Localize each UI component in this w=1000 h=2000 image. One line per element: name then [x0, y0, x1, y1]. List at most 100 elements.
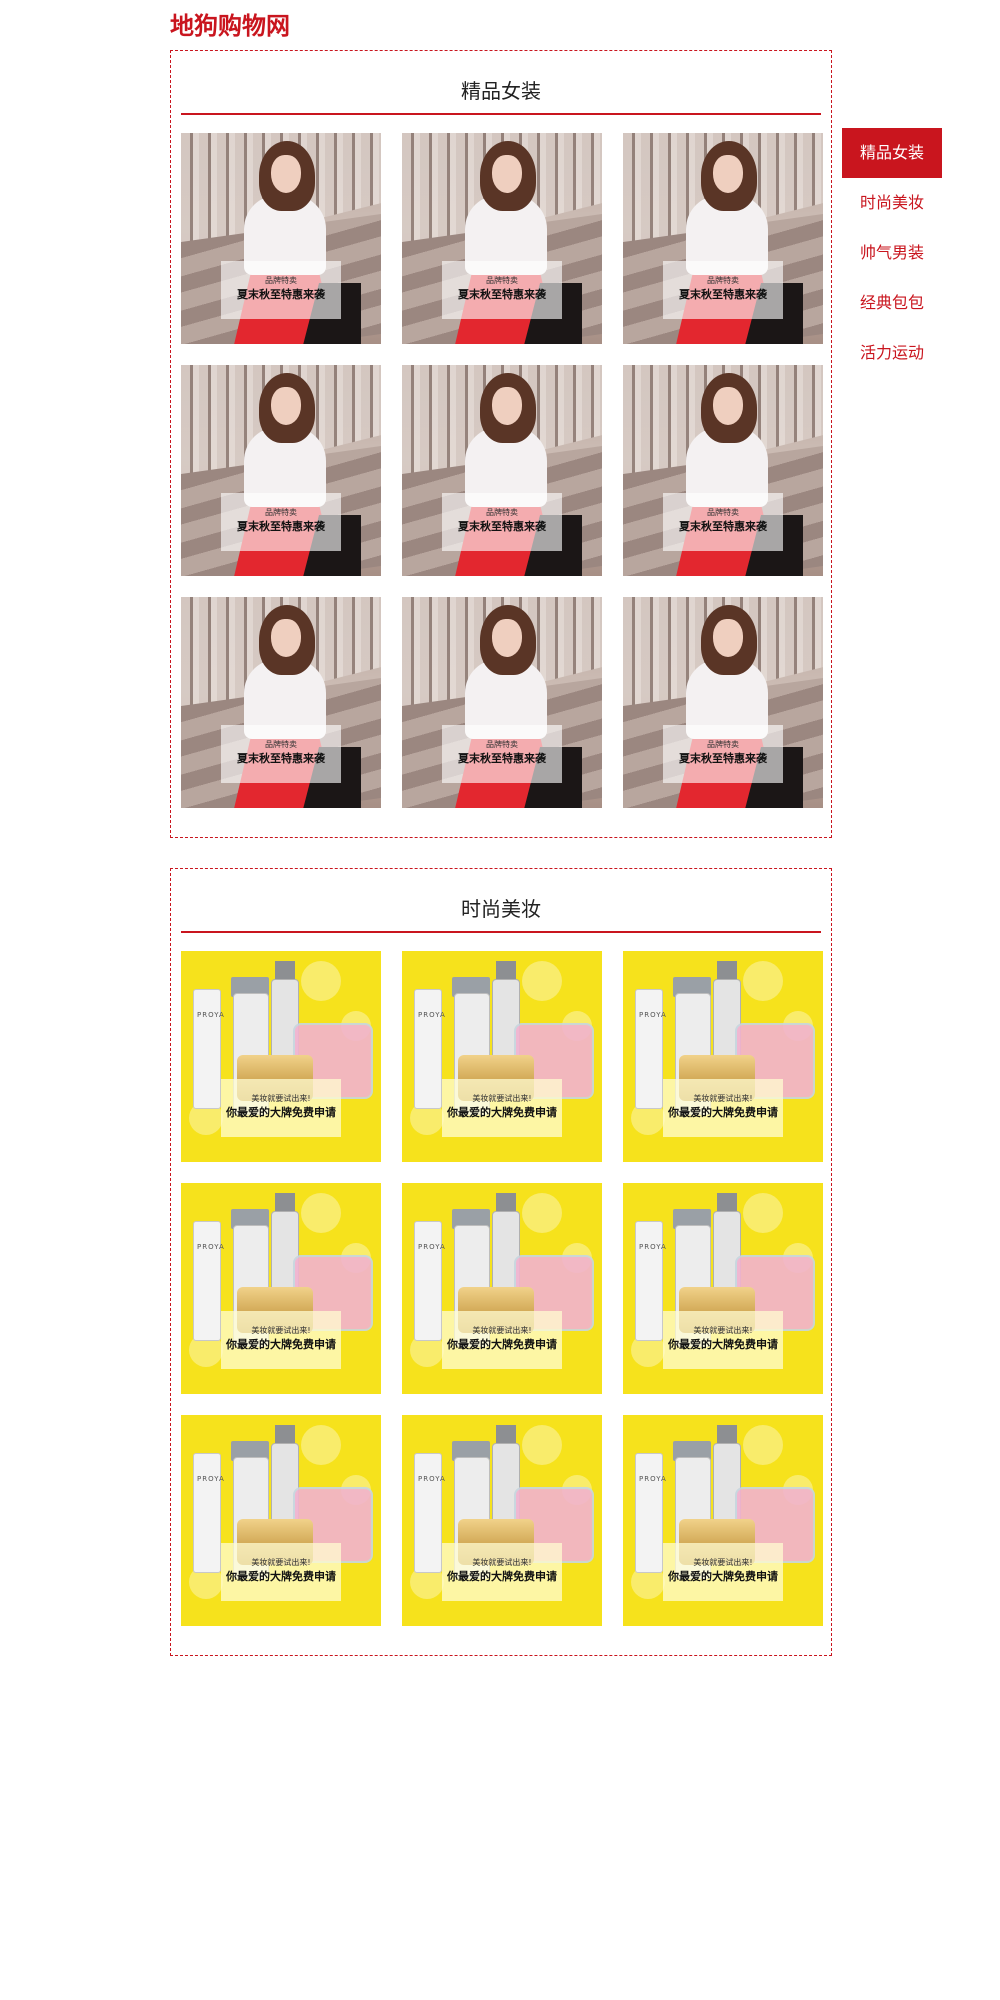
product-card[interactable]: 品牌特卖夏末秋至特惠来袭	[181, 133, 381, 344]
promo-box: 美妆就要试出来! 你最爱的大牌免费申请	[442, 1311, 562, 1369]
brand-label: PROYA	[418, 1243, 446, 1251]
brand-label: PROYA	[418, 1475, 446, 1483]
brand-label: PROYA	[197, 1011, 225, 1019]
nav-item-men-fashion[interactable]: 帅气男装	[842, 228, 942, 278]
section-women-fashion: 精品女装 品牌特卖 夏末秋至特惠来袭 品牌特卖 夏末秋至特惠来袭 品牌特卖 夏末秋至特惠来…	[170, 50, 832, 838]
promo-subtitle: 品牌特卖	[707, 508, 739, 517]
promo-subtitle: 美妆就要试出来!	[472, 1326, 532, 1335]
promo-subtitle: 品牌特卖	[486, 740, 518, 749]
bubble-art	[522, 1425, 562, 1465]
product-card[interactable]: PROYA 美妆就要试出来! 你最爱的大牌免费申请	[181, 951, 381, 1162]
nav-item-women-fashion[interactable]: 精品女装	[842, 128, 942, 178]
tube-art	[414, 1453, 442, 1573]
product-card[interactable]: 品牌特卖 夏末秋至特惠来袭	[623, 365, 823, 576]
section-beauty: 时尚美妆 PROYA 美妆就要试出来! 你最爱的大牌免费申请 PROYA 美妆就要试出来…	[170, 868, 832, 1656]
promo-subtitle: 美妆就要试出来!	[251, 1094, 311, 1103]
promo-subtitle: 美妆就要试出来!	[472, 1094, 532, 1103]
promo-box: 品牌特卖 夏末秋至特惠来袭	[221, 493, 341, 551]
face-art	[271, 155, 301, 193]
promo-subtitle: 美妆就要试出来!	[251, 1558, 311, 1567]
side-nav: 精品女装 时尚美妆 帅气男装 经典包包 活力运动	[842, 128, 942, 378]
product-card[interactable]: PROYA 美妆就要试出来! 你最爱的大牌免费申请	[402, 1183, 602, 1394]
face-art	[492, 155, 522, 193]
promo-subtitle: 美妆就要试出来!	[693, 1326, 753, 1335]
product-card[interactable]: 品牌特卖 夏末秋至特惠来袭	[181, 365, 381, 576]
section-title: 精品女装	[461, 79, 541, 103]
section-title: 时尚美妆	[461, 897, 541, 921]
product-card[interactable]: PROYA 美妆就要试出来! 你最爱的大牌免费申请	[623, 1415, 823, 1626]
product-grid: PROYA 美妆就要试出来! 你最爱的大牌免费申请 PROYA 美妆就要试出来! 你最爱的…	[181, 951, 823, 1626]
promo-title: 你最爱的大牌免费申请	[226, 1106, 336, 1119]
face-art	[713, 155, 743, 193]
bubble-art	[301, 1193, 341, 1233]
face-art	[713, 619, 743, 657]
product-card[interactable]: 品牌特卖 夏末秋至特惠来袭	[623, 133, 823, 344]
face-art	[492, 387, 522, 425]
promo-title: 你最爱的大牌免费申请	[226, 1570, 336, 1583]
promo-title: 你最爱的大牌免费申请	[226, 1338, 336, 1351]
promo-subtitle: 美妆就要试出来!	[251, 1326, 311, 1335]
product-card[interactable]: PROYA 美妆就要试出来! 你最爱的大牌免费申请	[623, 1183, 823, 1394]
promo-subtitle: 品牌特卖	[265, 276, 297, 285]
promo-title: 夏末秋至特惠来袭	[679, 752, 767, 765]
product-card[interactable]: PROYA 美妆就要试出来! 你最爱的大牌免费申请	[181, 1183, 381, 1394]
promo-box: 品牌特卖 夏末秋至特惠来袭	[221, 725, 341, 783]
product-grid: 品牌特卖 夏末秋至特惠来袭 品牌特卖 夏末秋至特惠来袭 品牌特卖 夏末秋至特惠来袭 品牌特卖…	[181, 133, 823, 808]
promo-subtitle: 美妆就要试出来!	[693, 1558, 753, 1567]
face-art	[271, 387, 301, 425]
tube-art	[635, 1221, 663, 1341]
tube-art	[414, 1221, 442, 1341]
brand-label: PROYA	[197, 1475, 225, 1483]
nav-item-sports[interactable]: 活力运动	[842, 328, 942, 378]
product-card[interactable]: PROYA 美妆就要试出来! 你最爱的大牌免费申请	[402, 951, 602, 1162]
section-header: 精品女装	[181, 51, 821, 115]
promo-subtitle: 品牌特卖	[486, 508, 518, 517]
brand-label: PROYA	[197, 1243, 225, 1251]
promo-subtitle: 品牌特卖	[486, 276, 518, 285]
promo-box: 品牌特卖夏末秋至特惠来袭	[663, 725, 783, 783]
promo-title: 你最爱的大牌免费申请	[447, 1338, 557, 1351]
tube-art	[635, 1453, 663, 1573]
bubble-art	[301, 961, 341, 1001]
promo-box: 美妆就要试出来! 你最爱的大牌免费申请	[663, 1079, 783, 1137]
nav-item-bags[interactable]: 经典包包	[842, 278, 942, 328]
bubble-art	[522, 1193, 562, 1233]
product-card[interactable]: 品牌特卖 夏末秋至特惠来袭	[181, 597, 381, 808]
promo-box: 品牌特卖 夏末秋至特惠来袭	[442, 261, 562, 319]
promo-box: 品牌特卖 夏末秋至特惠来袭	[663, 261, 783, 319]
promo-title: 夏末秋至特惠来袭	[458, 752, 546, 765]
promo-box: 品牌特卖夏末秋至特惠来袭	[221, 261, 341, 319]
promo-box: 品牌特卖夏末秋至特惠来袭	[442, 725, 562, 783]
promo-subtitle: 品牌特卖	[707, 740, 739, 749]
product-card[interactable]: 品牌特卖夏末秋至特惠来袭	[623, 597, 823, 808]
promo-box: 美妆就要试出来! 你最爱的大牌免费申请	[442, 1543, 562, 1601]
promo-box: 品牌特卖 夏末秋至特惠来袭	[663, 493, 783, 551]
tube-art	[635, 989, 663, 1109]
product-card[interactable]: 品牌特卖夏末秋至特惠来袭	[402, 597, 602, 808]
product-card[interactable]: 品牌特卖 夏末秋至特惠来袭	[402, 133, 602, 344]
promo-title: 夏末秋至特惠来袭	[237, 288, 325, 301]
promo-box: 美妆就要试出来! 你最爱的大牌免费申请	[663, 1543, 783, 1601]
promo-title: 你最爱的大牌免费申请	[447, 1570, 557, 1583]
promo-subtitle: 品牌特卖	[707, 276, 739, 285]
promo-title: 你最爱的大牌免费申请	[668, 1570, 778, 1583]
bubble-art	[743, 1193, 783, 1233]
promo-box: 美妆就要试出来! 你最爱的大牌免费申请	[221, 1543, 341, 1601]
nav-item-beauty[interactable]: 时尚美妆	[842, 178, 942, 228]
product-card[interactable]: PROYA 美妆就要试出来! 你最爱的大牌免费申请	[181, 1415, 381, 1626]
promo-title: 夏末秋至特惠来袭	[237, 520, 325, 533]
product-card[interactable]: PROYA 美妆就要试出来! 你最爱的大牌免费申请	[623, 951, 823, 1162]
brand-label: PROYA	[639, 1011, 667, 1019]
face-art	[492, 619, 522, 657]
tube-art	[414, 989, 442, 1109]
promo-title: 夏末秋至特惠来袭	[237, 752, 325, 765]
promo-title: 夏末秋至特惠来袭	[458, 520, 546, 533]
bubble-art	[301, 1425, 341, 1465]
product-card[interactable]: PROYA 美妆就要试出来! 你最爱的大牌免费申请	[402, 1415, 602, 1626]
tube-art	[193, 1453, 221, 1573]
promo-subtitle: 美妆就要试出来!	[693, 1094, 753, 1103]
promo-box: 品牌特卖夏末秋至特惠来袭	[442, 493, 562, 551]
site-title: 地狗购物网	[170, 12, 290, 40]
bubble-art	[743, 1425, 783, 1465]
product-card[interactable]: 品牌特卖夏末秋至特惠来袭	[402, 365, 602, 576]
